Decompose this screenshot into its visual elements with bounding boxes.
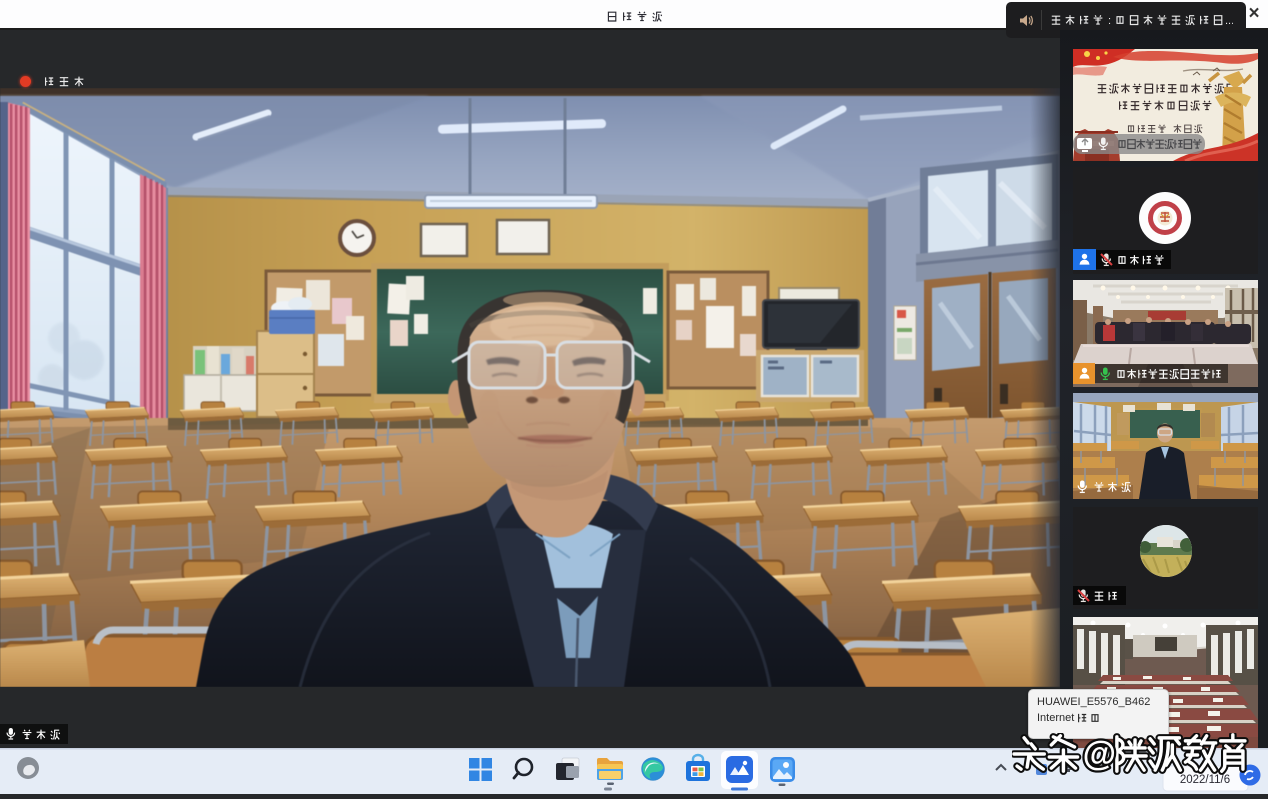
svg-text:...: ... [1225,15,1233,27]
svg-text::: : [1108,15,1111,27]
svg-text:@: @ [1083,735,1116,773]
